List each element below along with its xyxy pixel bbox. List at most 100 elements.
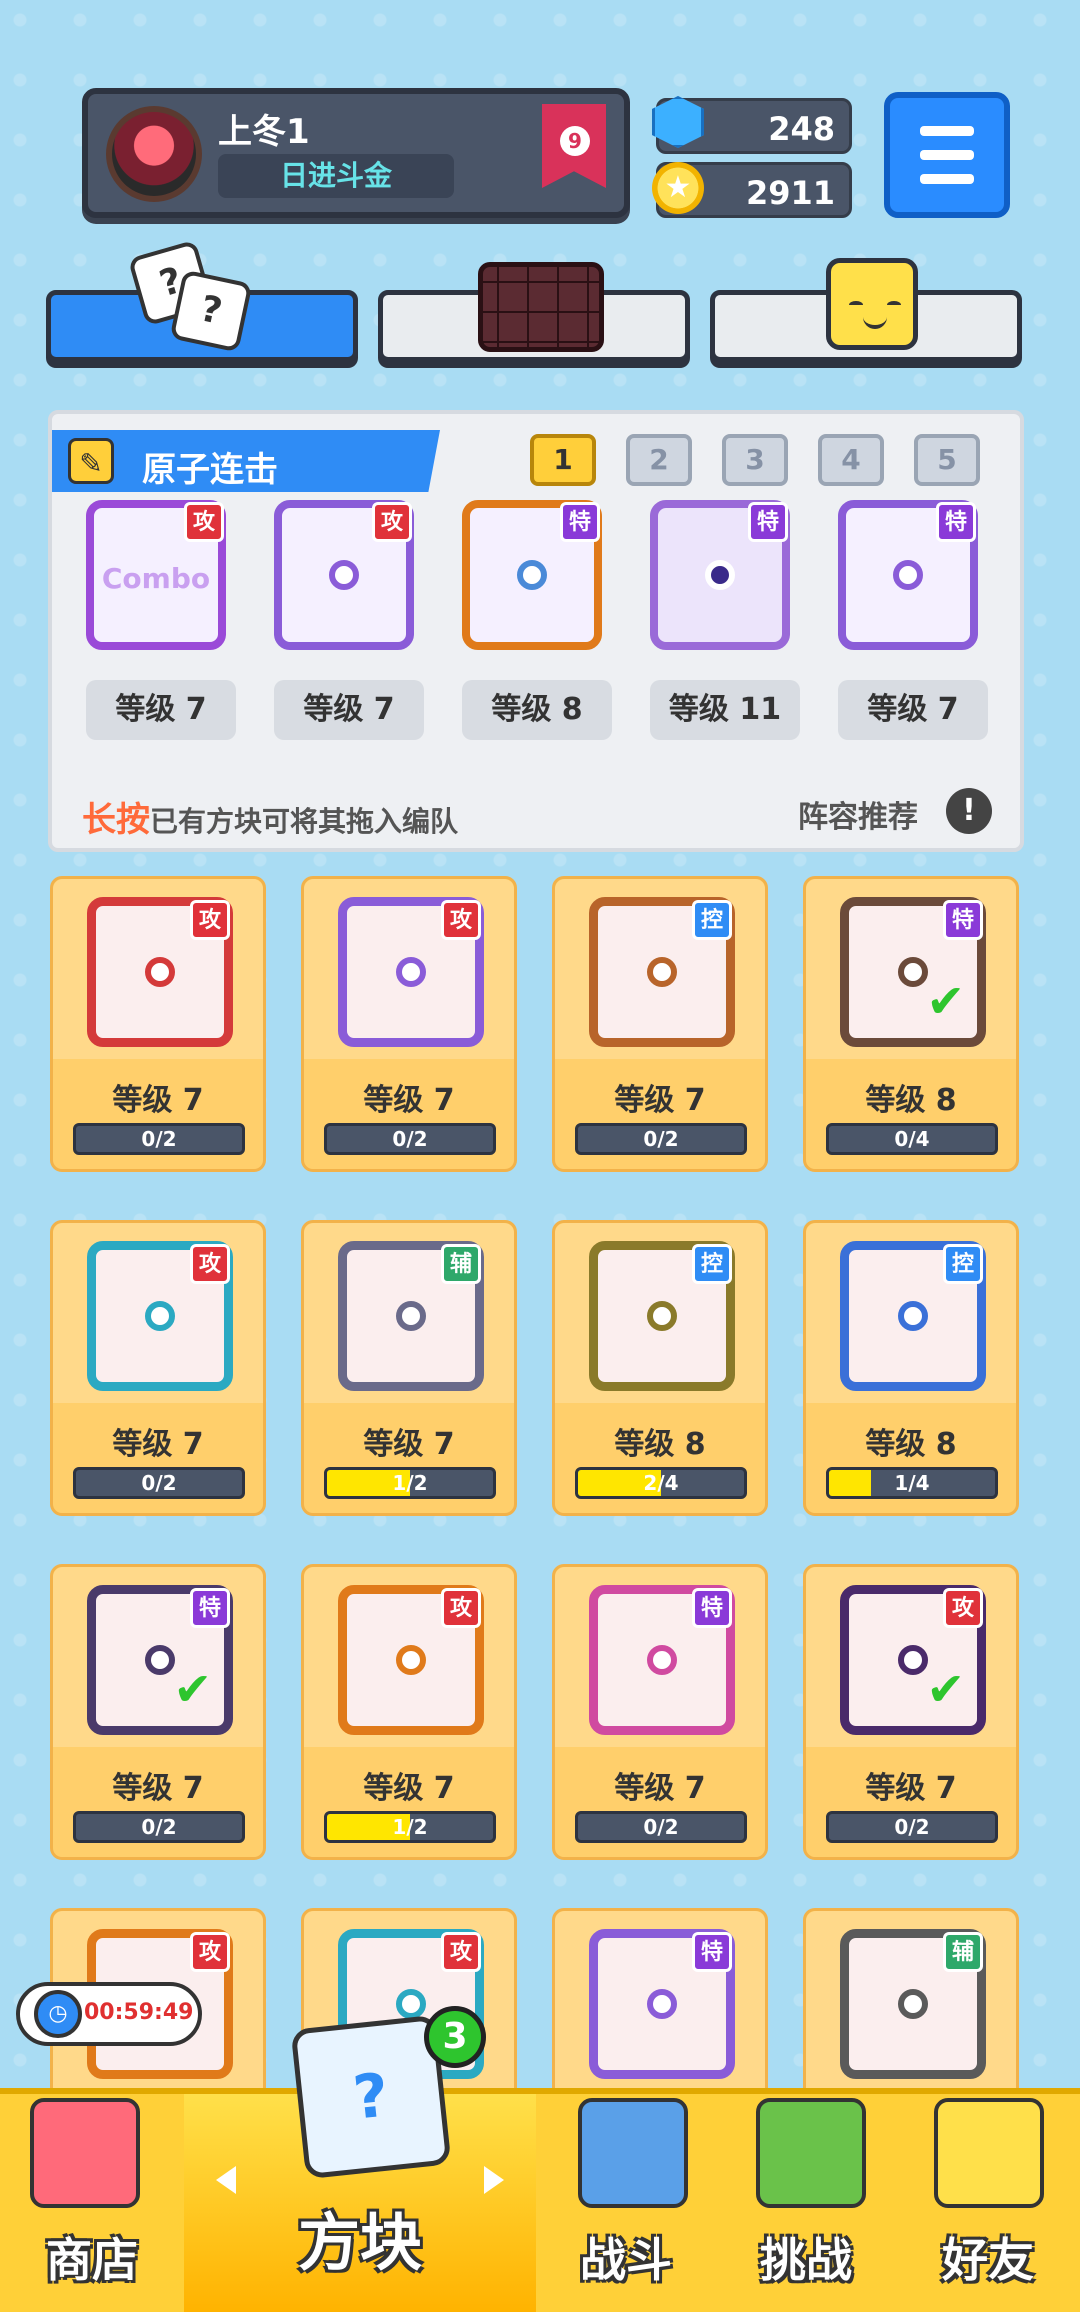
nav-friends[interactable]: 好友 bbox=[896, 2094, 1080, 2312]
nav-shop-label: 商店 bbox=[46, 2233, 138, 2287]
upgrade-progress-bar: 0/2 bbox=[826, 1811, 998, 1843]
block-icon: 特 bbox=[589, 1929, 735, 2079]
combo-block-icon: Combo 攻 bbox=[86, 500, 226, 650]
nav-shop[interactable]: 商店 bbox=[0, 2094, 184, 2312]
team-slot-1[interactable]: 1 bbox=[530, 434, 596, 486]
team-slot-3[interactable]: 3 bbox=[722, 434, 788, 486]
block-card[interactable]: 特 ✔ 等级 8 0/4 bbox=[803, 876, 1019, 1172]
block-icon: 特 ✔ bbox=[840, 897, 986, 1047]
upgrade-progress-text: 0/2 bbox=[392, 1127, 428, 1151]
block-level: 等级 7 bbox=[363, 1427, 455, 1462]
combo-label: Combo bbox=[101, 562, 211, 595]
upgrade-progress-text: 0/2 bbox=[643, 1127, 679, 1151]
type-tag: 控 bbox=[692, 900, 732, 940]
player-name: 上冬1 bbox=[218, 112, 310, 152]
block-icon: 攻 bbox=[338, 897, 484, 1047]
type-tag: 攻 bbox=[441, 900, 481, 940]
upgrade-progress-bar: 2/4 bbox=[575, 1467, 747, 1499]
rank-number: 9 bbox=[560, 126, 590, 156]
player-profile-card[interactable]: 上冬1 日进斗金 9 bbox=[82, 88, 630, 218]
type-tag: 攻 bbox=[441, 1932, 481, 1972]
type-tag: 特 bbox=[936, 502, 976, 542]
block-card[interactable]: 控等级 7 0/2 bbox=[552, 876, 768, 1172]
type-tag: 攻 bbox=[190, 1244, 230, 1284]
type-tag: 辅 bbox=[943, 1932, 983, 1972]
team-member-level: 等级 7 bbox=[86, 680, 236, 740]
nav-challenge-label: 挑战 bbox=[760, 2233, 852, 2287]
block-icon: 特 bbox=[589, 1585, 735, 1735]
block-icon: 攻 bbox=[338, 1585, 484, 1735]
lineup-recommend-link[interactable]: 阵容推荐 bbox=[798, 792, 918, 836]
upgrade-progress-text: 2/4 bbox=[643, 1471, 679, 1495]
menu-icon bbox=[920, 126, 974, 136]
pencil-icon[interactable]: ✎ bbox=[68, 438, 114, 484]
block-card[interactable]: 特 ✔ 等级 7 0/2 bbox=[50, 1564, 266, 1860]
event-timer[interactable]: ◷ 00:59:49 bbox=[16, 1982, 202, 2046]
infinity-block-icon: 特 bbox=[462, 500, 602, 650]
player-avatar[interactable] bbox=[106, 106, 202, 202]
battle-shield-icon bbox=[578, 2098, 688, 2208]
team-slot-4[interactable]: 4 bbox=[818, 434, 884, 486]
nav-blocks-label: 方块 bbox=[297, 2206, 422, 2279]
blocks-count-badge: 3 bbox=[424, 2006, 486, 2068]
team-header[interactable]: ✎ 原子连击 bbox=[52, 430, 440, 492]
type-tag: 特 bbox=[560, 502, 600, 542]
team-slot-5[interactable]: 5 bbox=[914, 434, 980, 486]
team-member-level: 等级 8 bbox=[462, 680, 612, 740]
type-tag: 特 bbox=[190, 1588, 230, 1628]
arrow-left-icon[interactable] bbox=[216, 2166, 236, 2194]
block-card[interactable]: 攻等级 7 1/2 bbox=[301, 1564, 517, 1860]
block-icon: 辅 bbox=[840, 1929, 986, 2079]
hint-text: 已有方块可将其拖入编队 bbox=[150, 805, 459, 838]
block-icon: 攻 ✔ bbox=[840, 1585, 986, 1735]
block-level: 等级 7 bbox=[112, 1083, 204, 1118]
team-member[interactable]: 特 等级 11 bbox=[640, 500, 800, 740]
block-level: 等级 7 bbox=[614, 1771, 706, 1806]
type-tag: 特 bbox=[692, 1932, 732, 1972]
block-card[interactable]: 辅等级 7 1/2 bbox=[301, 1220, 517, 1516]
upgrade-progress-bar: 0/2 bbox=[324, 1123, 496, 1155]
team-member[interactable]: Combo 攻 等级 7 bbox=[76, 500, 236, 740]
upgrade-progress-bar: 1/4 bbox=[826, 1467, 998, 1499]
block-card[interactable]: 攻等级 7 0/2 bbox=[301, 876, 517, 1172]
type-tag: 攻 bbox=[372, 502, 412, 542]
cracked-block-icon: 特 bbox=[650, 500, 790, 650]
type-tag: 控 bbox=[692, 1244, 732, 1284]
team-member[interactable]: 特 等级 8 bbox=[452, 500, 612, 740]
menu-button[interactable] bbox=[884, 92, 1010, 218]
team-panel: ✎ 原子连击 1 2 3 4 5 Combo 攻 等级 7 攻 等级 7 特 等… bbox=[48, 410, 1024, 852]
team-member[interactable]: 攻 等级 7 bbox=[264, 500, 424, 740]
type-tag: 攻 bbox=[184, 502, 224, 542]
block-icon: 特 ✔ bbox=[87, 1585, 233, 1735]
nav-challenge[interactable]: 挑战 bbox=[716, 2094, 896, 2312]
block-icon: 控 bbox=[589, 1241, 735, 1391]
block-card[interactable]: 特等级 7 0/2 bbox=[552, 1564, 768, 1860]
team-member[interactable]: 特 等级 7 bbox=[828, 500, 988, 740]
block-card[interactable]: 控等级 8 2/4 bbox=[552, 1220, 768, 1516]
upgrade-progress-text: 1/4 bbox=[894, 1471, 930, 1495]
type-tag: 攻 bbox=[190, 900, 230, 940]
type-tag: 攻 bbox=[441, 1588, 481, 1628]
info-icon[interactable]: ! bbox=[946, 788, 992, 834]
team-member-level: 等级 7 bbox=[838, 680, 988, 740]
block-card[interactable]: 攻等级 7 0/2 bbox=[50, 1220, 266, 1516]
block-level: 等级 7 bbox=[614, 1083, 706, 1118]
block-card[interactable]: 攻等级 7 0/2 bbox=[50, 876, 266, 1172]
bottom-nav: 商店 方块 战斗 挑战 好友 bbox=[0, 2088, 1080, 2312]
team-slot-2[interactable]: 2 bbox=[626, 434, 692, 486]
cycle-block-icon: 特 bbox=[838, 500, 978, 650]
upgrade-progress-text: 1/2 bbox=[392, 1815, 428, 1839]
block-level: 等级 8 bbox=[865, 1083, 957, 1118]
nav-battle[interactable]: 战斗 bbox=[536, 2094, 716, 2312]
upgrade-progress-text: 0/2 bbox=[141, 1471, 177, 1495]
smiley-block-icon bbox=[826, 258, 918, 350]
block-card[interactable]: 攻 ✔ 等级 7 0/2 bbox=[803, 1564, 1019, 1860]
block-level: 等级 8 bbox=[614, 1427, 706, 1462]
upgrade-progress-text: 1/2 bbox=[392, 1471, 428, 1495]
equipped-check-icon: ✔ bbox=[173, 1662, 212, 1716]
team-member-level: 等级 11 bbox=[650, 680, 800, 740]
challenge-sign-icon bbox=[756, 2098, 866, 2208]
upgrade-progress-text: 0/2 bbox=[141, 1815, 177, 1839]
arrow-right-icon[interactable] bbox=[484, 2166, 504, 2194]
block-card[interactable]: 控等级 8 1/4 bbox=[803, 1220, 1019, 1516]
